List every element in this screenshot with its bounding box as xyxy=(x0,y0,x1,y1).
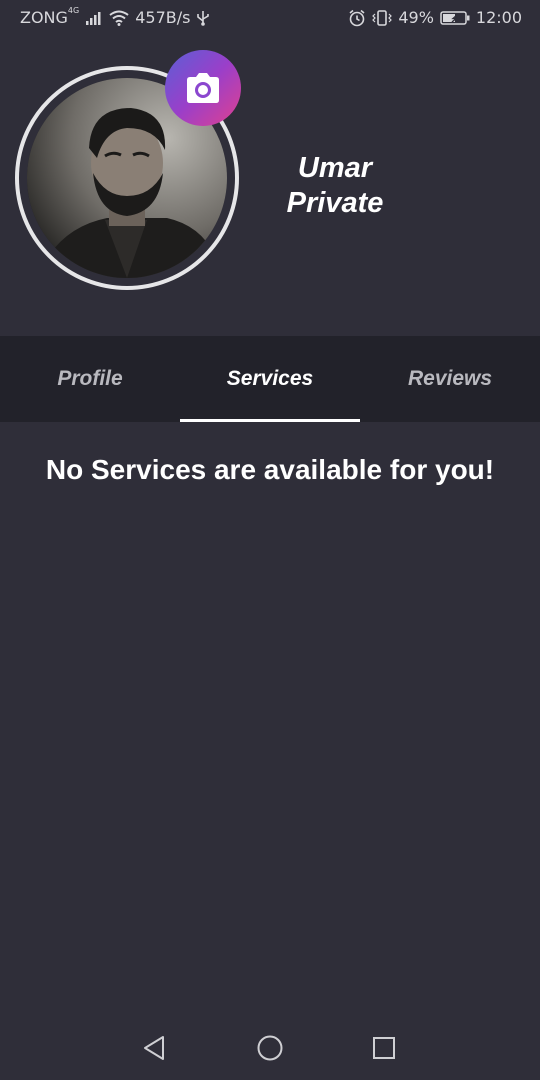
back-icon xyxy=(144,1036,164,1060)
wifi-icon xyxy=(109,10,129,26)
tab-label: Profile xyxy=(57,367,123,390)
tab-bar: Profile Services Reviews xyxy=(0,336,540,422)
system-nav-bar xyxy=(0,1016,540,1080)
home-icon xyxy=(257,1035,283,1061)
carrier-name: ZONG4G xyxy=(20,6,80,27)
recents-button[interactable] xyxy=(364,1028,404,1068)
back-button[interactable] xyxy=(134,1028,174,1068)
camera-icon xyxy=(187,73,219,103)
recents-icon xyxy=(373,1037,395,1059)
tab-label: Reviews xyxy=(407,367,493,390)
empty-services-message: No Services are available for you! xyxy=(45,454,495,485)
profile-header: Umar Private xyxy=(0,36,540,336)
tab-label: Services xyxy=(226,367,314,390)
signal-icon xyxy=(85,11,103,25)
battery-icon xyxy=(440,10,470,25)
tab-services[interactable]: Services xyxy=(180,336,360,422)
home-button[interactable] xyxy=(250,1028,290,1068)
change-photo-button[interactable] xyxy=(165,50,241,126)
alarm-icon xyxy=(348,9,366,27)
vibrate-icon xyxy=(372,9,393,26)
clock-time: 12:00 xyxy=(475,8,522,27)
tab-profile[interactable]: Profile xyxy=(0,336,180,422)
user-name: Umar Private xyxy=(260,151,410,221)
user-first-name: Umar xyxy=(297,152,373,184)
net-speed: 457B/s xyxy=(135,8,191,27)
battery-percent: 49% xyxy=(398,8,434,27)
active-tab-indicator xyxy=(180,419,360,422)
user-last-name: Private xyxy=(286,187,384,219)
status-bar: ZONG4G 457B/s 49% 12:00 xyxy=(0,0,540,36)
tab-reviews[interactable]: Reviews xyxy=(360,336,540,422)
usb-icon xyxy=(196,10,210,26)
